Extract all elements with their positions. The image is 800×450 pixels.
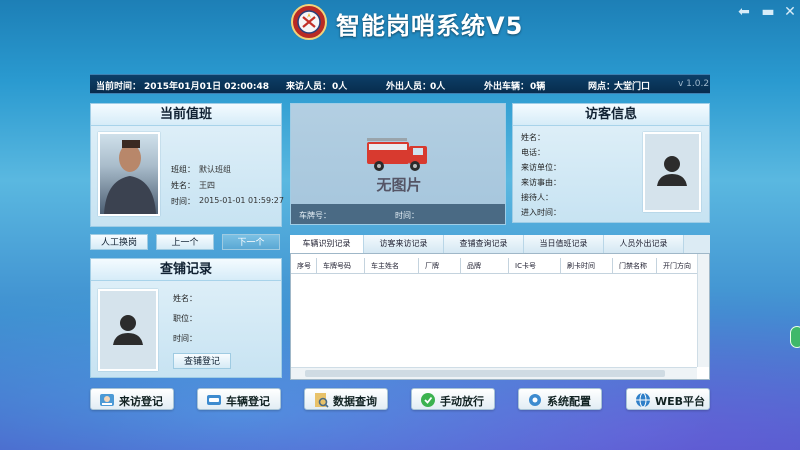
web-platform-icon — [636, 392, 650, 408]
visitor-photo — [643, 132, 701, 212]
visitor-panel-title: 访客信息 — [513, 104, 709, 126]
settings-icon — [529, 394, 541, 406]
prev-button[interactable]: 上一个 — [156, 234, 214, 250]
visitor-field: 姓名： — [521, 133, 545, 142]
visitor-field: 接待人： — [521, 193, 553, 202]
tab-vehicle-records[interactable]: 车辆识别记录 — [290, 235, 364, 253]
back-arrow-icon[interactable]: ⬅ — [736, 4, 752, 20]
column-header[interactable]: 门禁名称 — [613, 258, 657, 274]
column-header[interactable]: 厂牌 — [419, 258, 461, 274]
duty-name-label: 姓名： — [171, 181, 195, 190]
tab-inspection-records[interactable]: 查铺查询记录 — [444, 235, 524, 253]
column-header[interactable]: 开门方向 — [657, 258, 701, 274]
out-people-label: 外出人员： — [386, 82, 432, 92]
manual-release-icon — [421, 393, 435, 407]
fire-emblem-logo-icon — [291, 4, 327, 40]
avatar-placeholder-icon — [113, 315, 143, 345]
current-time-label: 当前时间： — [96, 82, 142, 92]
duty-photo — [98, 132, 160, 216]
vertical-scrollbar[interactable] — [697, 254, 709, 367]
version-label: v 1.0.2 — [678, 79, 710, 89]
close-icon[interactable]: ✕ — [782, 4, 798, 20]
out-people-count: 0人 — [430, 82, 446, 92]
avatar-placeholder-icon — [657, 156, 687, 186]
gate-label: 网点： — [588, 82, 616, 92]
visitor-field: 来访单位： — [521, 163, 561, 172]
visitor-field: 来访事由： — [521, 178, 561, 187]
person-photo-icon — [104, 140, 156, 214]
inspection-panel: 查铺记录 姓名： 职位： 时间： 查铺登记 — [90, 258, 282, 378]
tab-visitor-records[interactable]: 访客来访记录 — [364, 235, 444, 253]
visitor-panel: 访客信息 姓名： 电话： 来访单位： 来访事由： 接待人： 进入时间： — [512, 103, 710, 223]
duty-name-value: 王四 — [199, 181, 215, 190]
inspection-photo — [98, 289, 158, 371]
data-query-label: 数据查询 — [333, 395, 377, 408]
manual-shift-button[interactable]: 人工换岗 — [90, 234, 148, 250]
duty-time-value: 2015-01-01 01:59:27 — [199, 196, 284, 205]
duty-panel: 当前值班 班组： 默认班组 姓名： 王四 时间： 2015-01-01 01:5… — [90, 103, 284, 227]
column-header[interactable]: 序号 — [291, 258, 317, 274]
visitors-label: 来访人员： — [286, 82, 332, 92]
visitor-field: 进入时间： — [521, 208, 561, 217]
out-cars-label: 外出车辆： — [484, 82, 530, 92]
inspection-position-label: 职位： — [173, 314, 197, 323]
web-platform-button[interactable]: WEB平台 — [626, 388, 710, 410]
car-register-button[interactable]: 车辆登记 — [197, 388, 281, 410]
no-image-text: 无图片 — [376, 176, 422, 194]
current-time-value: 2015年01月01日 02:00:48 — [144, 82, 270, 92]
inspection-register-button[interactable]: 查铺登记 — [173, 353, 231, 369]
fire-truck-icon — [367, 138, 427, 171]
records-table[interactable]: 序号 车牌号码 车主姓名 厂牌 品牌 IC卡号 刷卡时间 门禁名称 开门方向 — [290, 253, 710, 380]
next-button[interactable]: 下一个 — [222, 234, 280, 250]
vehicle-time-label: 时间： — [395, 211, 419, 220]
table-header: 序号 车牌号码 车主姓名 厂牌 品牌 IC卡号 刷卡时间 门禁名称 开门方向 — [291, 258, 709, 274]
car-register-label: 车辆登记 — [226, 395, 270, 408]
column-header[interactable]: 车主姓名 — [365, 258, 419, 274]
records-area: 车辆识别记录 访客来访记录 查铺查询记录 当日值班记录 人员外出记录 序号 车牌… — [290, 235, 710, 380]
data-query-button[interactable]: 数据查询 — [304, 388, 388, 410]
inspection-name-label: 姓名： — [173, 294, 197, 303]
tab-out-records[interactable]: 人员外出记录 — [604, 235, 684, 253]
manual-release-label: 手动放行 — [440, 395, 484, 408]
visitor-field: 电话： — [521, 148, 545, 157]
title-bar: 智能岗哨系统V5 ⬅ ▬ ✕ — [0, 0, 800, 44]
scrollbar-thumb[interactable] — [305, 370, 665, 377]
manual-release-button[interactable]: 手动放行 — [411, 388, 495, 410]
duty-group-value: 默认班组 — [199, 165, 231, 174]
gate-value: 大堂门口 — [614, 82, 651, 92]
visitors-count: 0人 — [332, 82, 348, 92]
duty-group-label: 班组： — [171, 165, 195, 174]
visitor-register-label: 来访登记 — [119, 395, 163, 408]
horizontal-scrollbar[interactable] — [291, 367, 697, 379]
web-platform-label: WEB平台 — [655, 395, 706, 408]
side-panel-toggle-handle[interactable] — [790, 326, 800, 348]
tab-duty-records[interactable]: 当日值班记录 — [524, 235, 604, 253]
app-title: 智能岗哨系统V5 — [336, 12, 524, 40]
duty-panel-title: 当前值班 — [91, 104, 281, 126]
column-header[interactable]: 品牌 — [461, 258, 509, 274]
column-header[interactable]: IC卡号 — [509, 258, 561, 274]
inspection-time-label: 时间： — [173, 334, 197, 343]
status-bar: 当前时间： 2015年01月01日 02:00:48 来访人员： 0人 外出人员… — [90, 74, 710, 94]
car-register-icon — [207, 395, 221, 405]
column-header[interactable]: 刷卡时间 — [561, 258, 613, 274]
vehicle-info-bar: 车牌号： 时间： — [291, 204, 505, 224]
duty-time-label: 时间： — [171, 197, 195, 206]
visitor-register-button[interactable]: 来访登记 — [90, 388, 174, 410]
data-query-icon — [315, 393, 329, 408]
column-header[interactable]: 车牌号码 — [317, 258, 365, 274]
visitor-register-icon — [100, 394, 114, 406]
out-cars-count: 0辆 — [530, 82, 546, 92]
records-tabs: 车辆识别记录 访客来访记录 查铺查询记录 当日值班记录 人员外出记录 — [290, 235, 710, 253]
settings-button[interactable]: 系统配置 — [518, 388, 602, 410]
vehicle-image-panel: 无图片 车牌号： 时间： — [290, 103, 506, 225]
inspection-panel-title: 查铺记录 — [91, 259, 281, 281]
minimize-icon[interactable]: ▬ — [760, 4, 776, 20]
settings-label: 系统配置 — [547, 395, 591, 408]
plate-label: 车牌号： — [299, 211, 331, 220]
